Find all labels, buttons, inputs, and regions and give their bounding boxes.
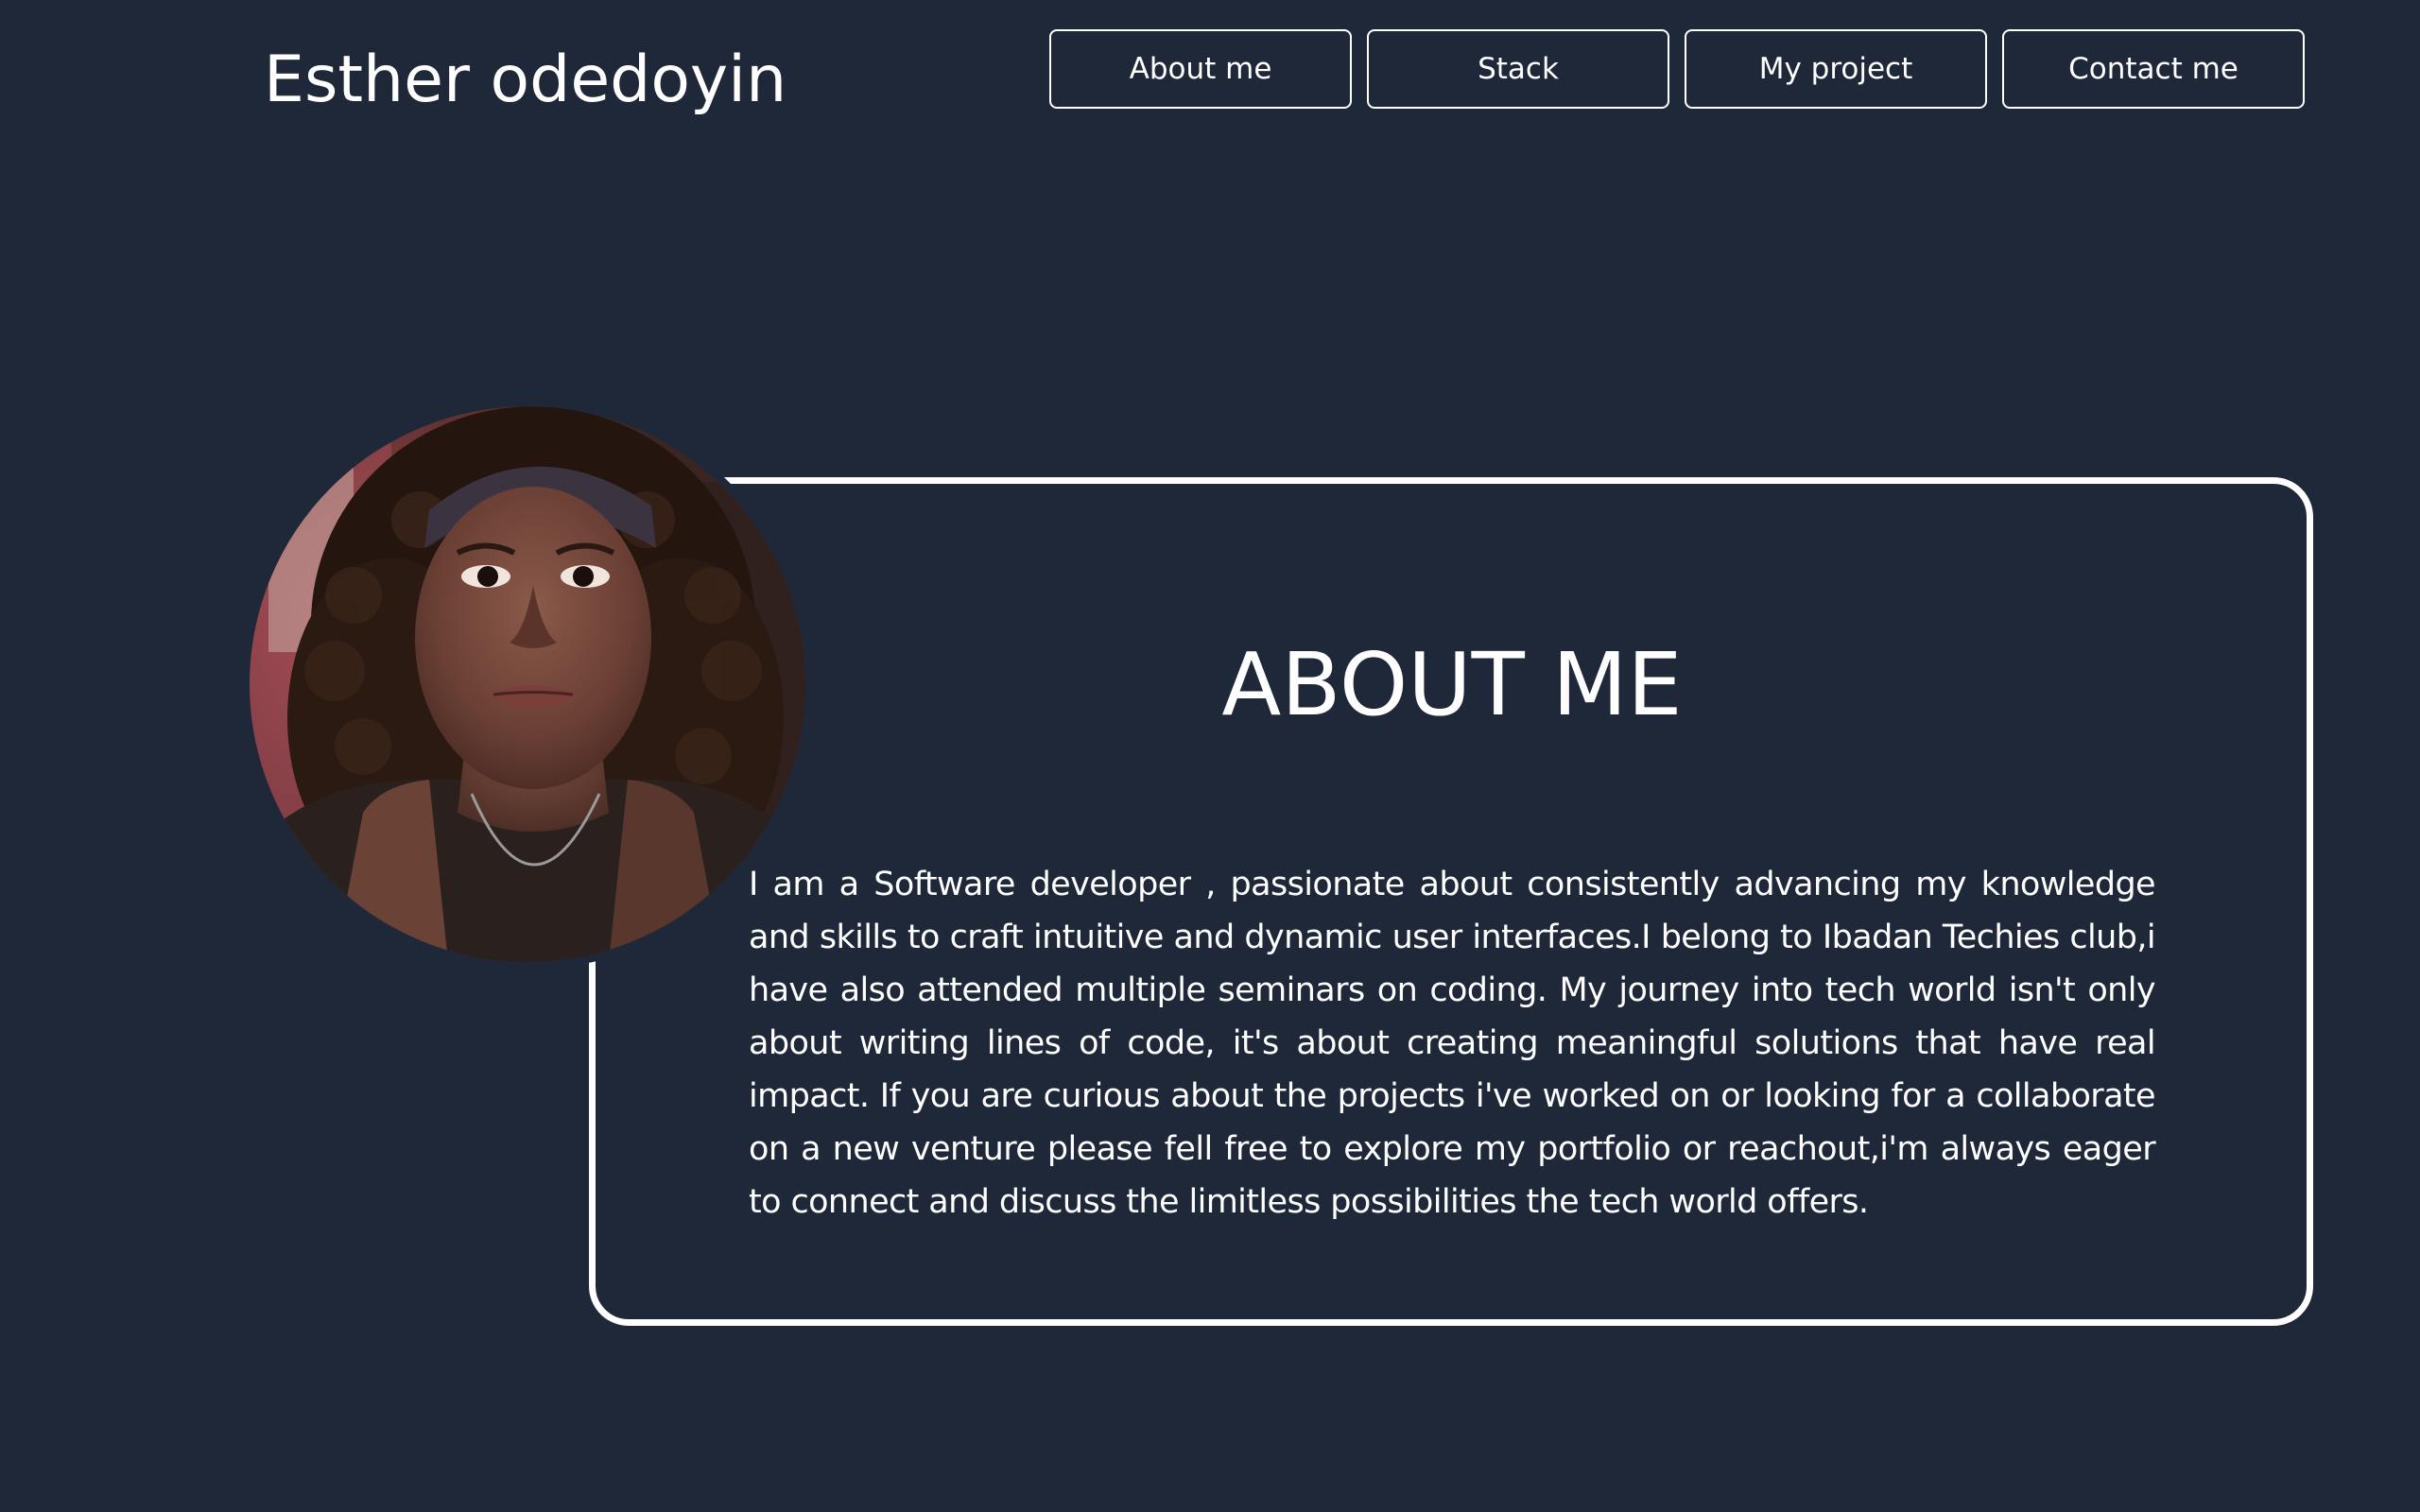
- profile-photo: [250, 406, 805, 962]
- site-name: Esther odedoyin: [264, 43, 787, 117]
- nav-my-project-button[interactable]: My project: [1685, 29, 1987, 109]
- main-nav: About me Stack My project Contact me: [1049, 29, 2305, 109]
- nav-about-me-button[interactable]: About me: [1049, 29, 1352, 109]
- about-description: I am a Software developer , passionate a…: [749, 866, 2156, 1221]
- nav-contact-me-button[interactable]: Contact me: [2002, 29, 2305, 109]
- profile-photo-frame: [242, 399, 813, 970]
- about-title: ABOUT ME: [1221, 634, 1683, 735]
- nav-stack-button[interactable]: Stack: [1367, 29, 1669, 109]
- profile-photo-image: [250, 406, 805, 962]
